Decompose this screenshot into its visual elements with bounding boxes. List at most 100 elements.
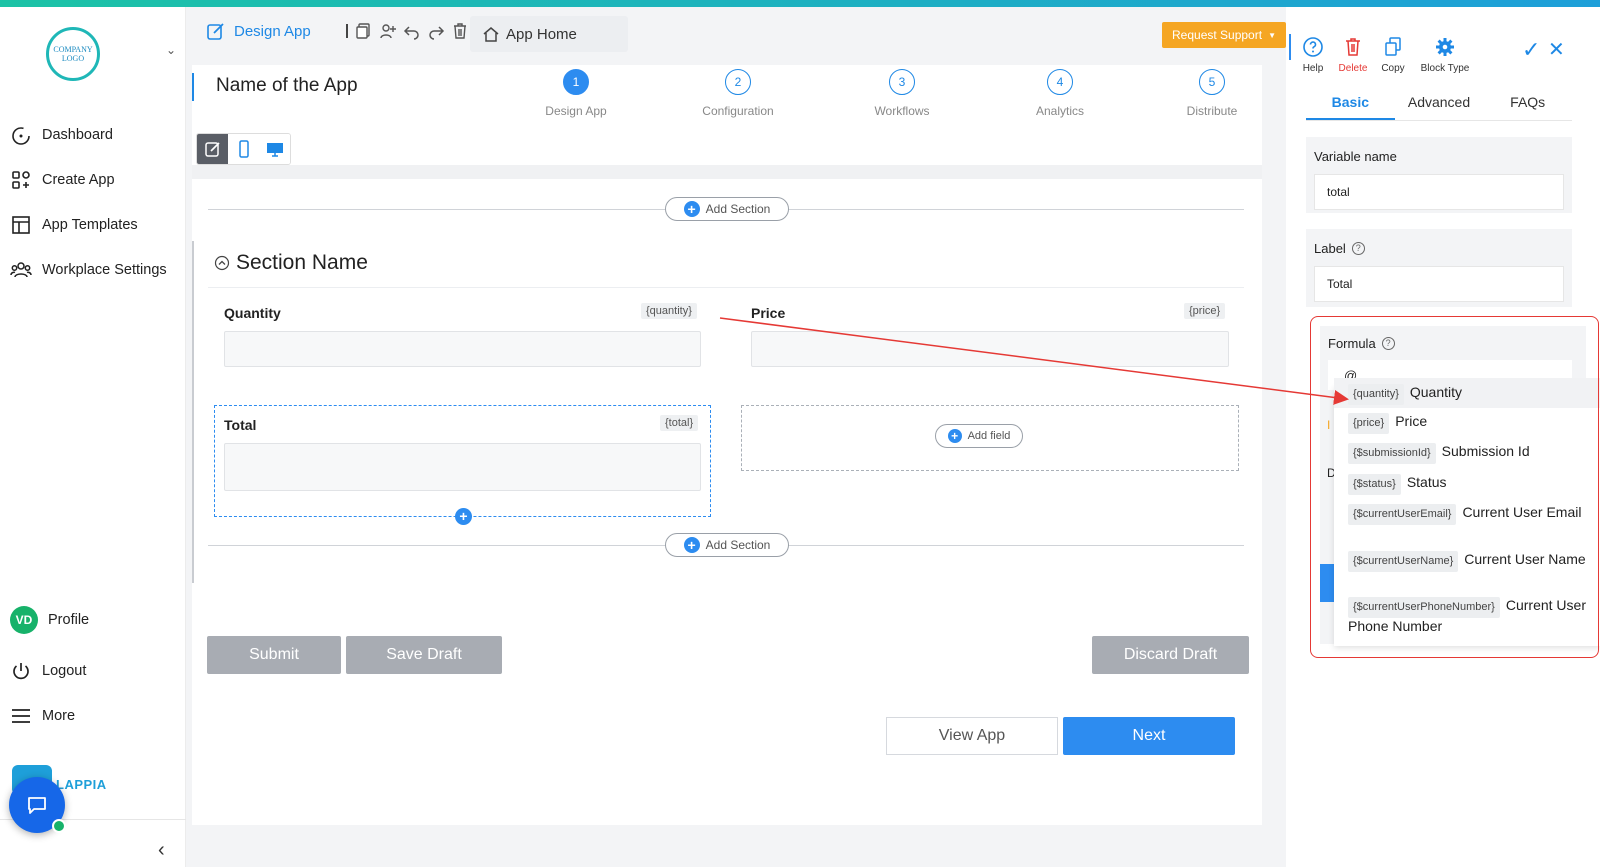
sidebar-item-label: Dashboard: [42, 127, 113, 143]
step-design-app[interactable]: 1 Design App: [526, 69, 626, 118]
sidebar-item-app-templates[interactable]: App Templates: [10, 213, 138, 237]
step-label: Design App: [545, 104, 607, 118]
step-number: 4: [1047, 69, 1073, 95]
online-status-dot: [52, 819, 66, 833]
tab-basic[interactable]: Basic: [1306, 87, 1395, 120]
layout-icon: [12, 216, 30, 234]
sidebar-item-dashboard[interactable]: Dashboard: [10, 123, 113, 147]
confirm-check-icon[interactable]: ✓: [1522, 37, 1540, 63]
section-accent: [192, 241, 194, 583]
app-home-tab[interactable]: App Home: [470, 16, 628, 52]
add-below-icon[interactable]: +: [455, 508, 472, 525]
step-analytics[interactable]: 4 Analytics: [1010, 69, 1110, 118]
avatar: VD: [10, 606, 38, 634]
plus-icon: +: [947, 429, 962, 443]
title-accent: [192, 73, 194, 101]
sidebar-item-more[interactable]: More: [10, 704, 75, 728]
sidebar-item-label: Create App: [42, 172, 115, 188]
app-home-label: App Home: [506, 25, 577, 43]
formula-highlight-frame: [1310, 316, 1599, 658]
submit-button[interactable]: Submit: [207, 636, 341, 674]
step-workflows[interactable]: 3 Workflows: [852, 69, 952, 118]
chevron-down-icon[interactable]: ⌄: [166, 43, 176, 57]
quantity-label: Quantity: [224, 305, 281, 321]
step-number: 1: [563, 69, 589, 95]
save-draft-button[interactable]: Save Draft: [346, 636, 502, 674]
sidebar-item-label: More: [42, 708, 76, 724]
edit-view-button[interactable]: [197, 134, 228, 164]
undo-icon[interactable]: [403, 22, 421, 40]
tab-faqs[interactable]: FAQs: [1483, 87, 1572, 120]
sidebar-item-label: Profile: [48, 612, 90, 628]
copy-button[interactable]: Copy: [1376, 35, 1410, 74]
add-field-label: Add field: [967, 430, 1011, 442]
separator-icon: [345, 24, 348, 38]
quantity-input[interactable]: [224, 331, 701, 367]
mobile-view-button[interactable]: [228, 134, 259, 164]
app-toolbar: Design App: [206, 21, 469, 41]
step-distribute[interactable]: 5 Distribute: [1162, 69, 1262, 118]
add-section-button[interactable]: + Add Section: [665, 197, 789, 221]
delete-label: Delete: [1338, 63, 1368, 74]
design-app-link[interactable]: Design App: [206, 21, 311, 41]
help-icon[interactable]: ?: [1351, 242, 1365, 255]
label-field-label: Label ?: [1314, 241, 1564, 256]
next-button[interactable]: Next: [1063, 717, 1235, 755]
redo-icon[interactable]: [427, 22, 445, 40]
page-title: Name of the App: [216, 75, 358, 96]
add-section-button[interactable]: + Add Section: [665, 533, 789, 557]
price-tag: {price}: [1184, 303, 1226, 319]
section-header-divider: [208, 287, 1244, 288]
section-name-label: Section Name: [236, 251, 368, 274]
toolbar-icons: [345, 22, 469, 40]
step-configuration[interactable]: 2 Configuration: [688, 69, 788, 118]
variable-name-input[interactable]: total: [1314, 174, 1564, 210]
edit-icon: [207, 23, 224, 40]
copy-icon: [1385, 37, 1401, 56]
trash-icon: [1346, 38, 1360, 56]
discard-draft-button[interactable]: Discard Draft: [1092, 636, 1249, 674]
company-logo[interactable]: COMPANY LOGO: [46, 27, 100, 81]
sidebar-item-logout[interactable]: Logout: [10, 659, 86, 683]
collapse-sidebar-icon[interactable]: ‹: [158, 839, 165, 862]
label-input[interactable]: Total: [1314, 266, 1564, 302]
panel-tools: Help Delete Copy Block Type: [1296, 35, 1474, 74]
desktop-view-button[interactable]: [259, 134, 290, 164]
gear-icon: [1436, 38, 1454, 56]
section-title[interactable]: Section Name: [214, 251, 368, 275]
desktop-icon: [266, 143, 283, 157]
sidebar-item-create-app[interactable]: Create App: [10, 168, 115, 192]
add-user-icon[interactable]: [379, 22, 397, 40]
sidebar: COMPANY LOGO ⌄ Dashboard Create App App …: [0, 7, 186, 867]
tab-advanced[interactable]: Advanced: [1395, 87, 1484, 120]
price-label: Price: [751, 305, 786, 321]
request-support-button[interactable]: Request Support ▼: [1162, 22, 1286, 48]
total-input[interactable]: [224, 443, 701, 491]
quantity-tag: {quantity}: [641, 303, 697, 319]
help-label: Help: [1302, 63, 1324, 74]
panel-divider: [1289, 34, 1291, 60]
close-icon[interactable]: ✕: [1548, 37, 1565, 62]
request-support-label: Request Support: [1172, 28, 1263, 42]
trash-icon[interactable]: [451, 22, 469, 40]
delete-button[interactable]: Delete: [1336, 35, 1370, 74]
add-section-label: Add Section: [705, 202, 771, 216]
copy-icon[interactable]: [355, 22, 373, 40]
sidebar-item-workplace-settings[interactable]: Workplace Settings: [10, 258, 167, 282]
stepper: 1 Design App 2 Configuration 3 Workflows…: [526, 69, 1256, 129]
sidebar-item-profile[interactable]: VD Profile: [10, 606, 90, 634]
logo-text: COMPANY LOGO: [53, 45, 93, 63]
view-app-button[interactable]: View App: [886, 717, 1058, 755]
collapse-section-icon[interactable]: [214, 255, 230, 271]
price-input[interactable]: [751, 331, 1229, 367]
block-type-button[interactable]: Block Type: [1416, 35, 1474, 74]
sidebar-item-label: Workplace Settings: [42, 262, 167, 278]
help-circle-icon: [1303, 37, 1323, 57]
users-icon: [10, 262, 32, 278]
step-number: 2: [725, 69, 751, 95]
add-field-button[interactable]: + Add field: [935, 424, 1023, 448]
help-button[interactable]: Help: [1296, 35, 1330, 74]
plus-icon: +: [683, 201, 700, 217]
grid-plus-icon: [12, 171, 30, 189]
step-label: Configuration: [702, 104, 774, 118]
